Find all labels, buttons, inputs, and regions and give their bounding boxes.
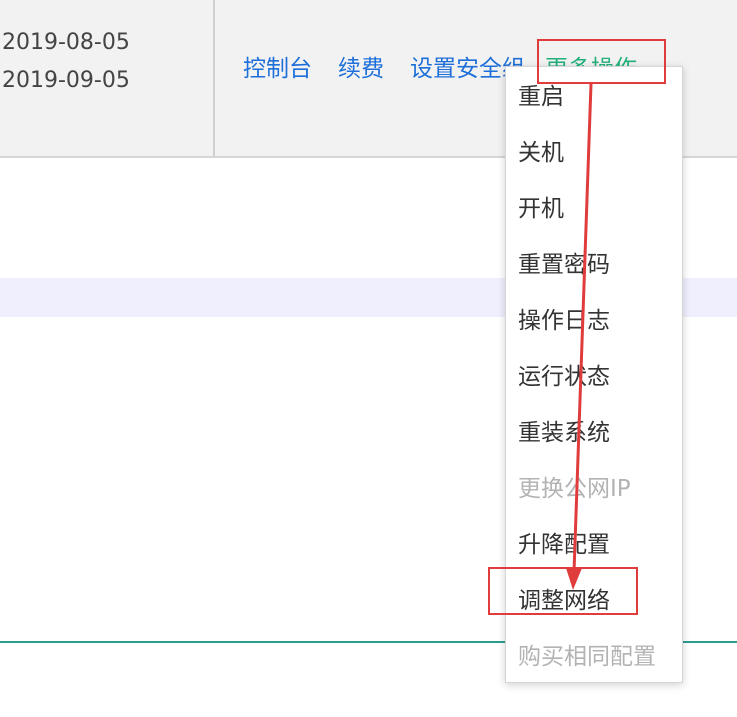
menu-item-upgrade-config[interactable]: 升降配置 bbox=[518, 525, 678, 565]
menu-item-shutdown[interactable]: 关机 bbox=[518, 133, 678, 173]
column-divider bbox=[213, 0, 215, 156]
menu-item-reinstall-system[interactable]: 重装系统 bbox=[518, 413, 678, 453]
annotation-box-adjust-network bbox=[488, 567, 638, 615]
menu-item-operation-log[interactable]: 操作日志 bbox=[518, 301, 678, 341]
end-date: 2019-09-05 bbox=[2, 68, 130, 93]
menu-item-start[interactable]: 开机 bbox=[518, 189, 678, 229]
menu-item-change-public-ip: 更换公网IP bbox=[518, 476, 631, 502]
menu-item-running-status[interactable]: 运行状态 bbox=[518, 357, 678, 397]
renew-link[interactable]: 续费 bbox=[338, 49, 384, 83]
start-date: 2019-08-05 bbox=[2, 30, 130, 55]
console-link[interactable]: 控制台 bbox=[243, 49, 312, 83]
annotation-box-more-actions bbox=[537, 39, 666, 84]
menu-item-reset-password[interactable]: 重置密码 bbox=[518, 245, 678, 285]
menu-item-buy-same-config: 购买相同配置 bbox=[518, 644, 656, 670]
